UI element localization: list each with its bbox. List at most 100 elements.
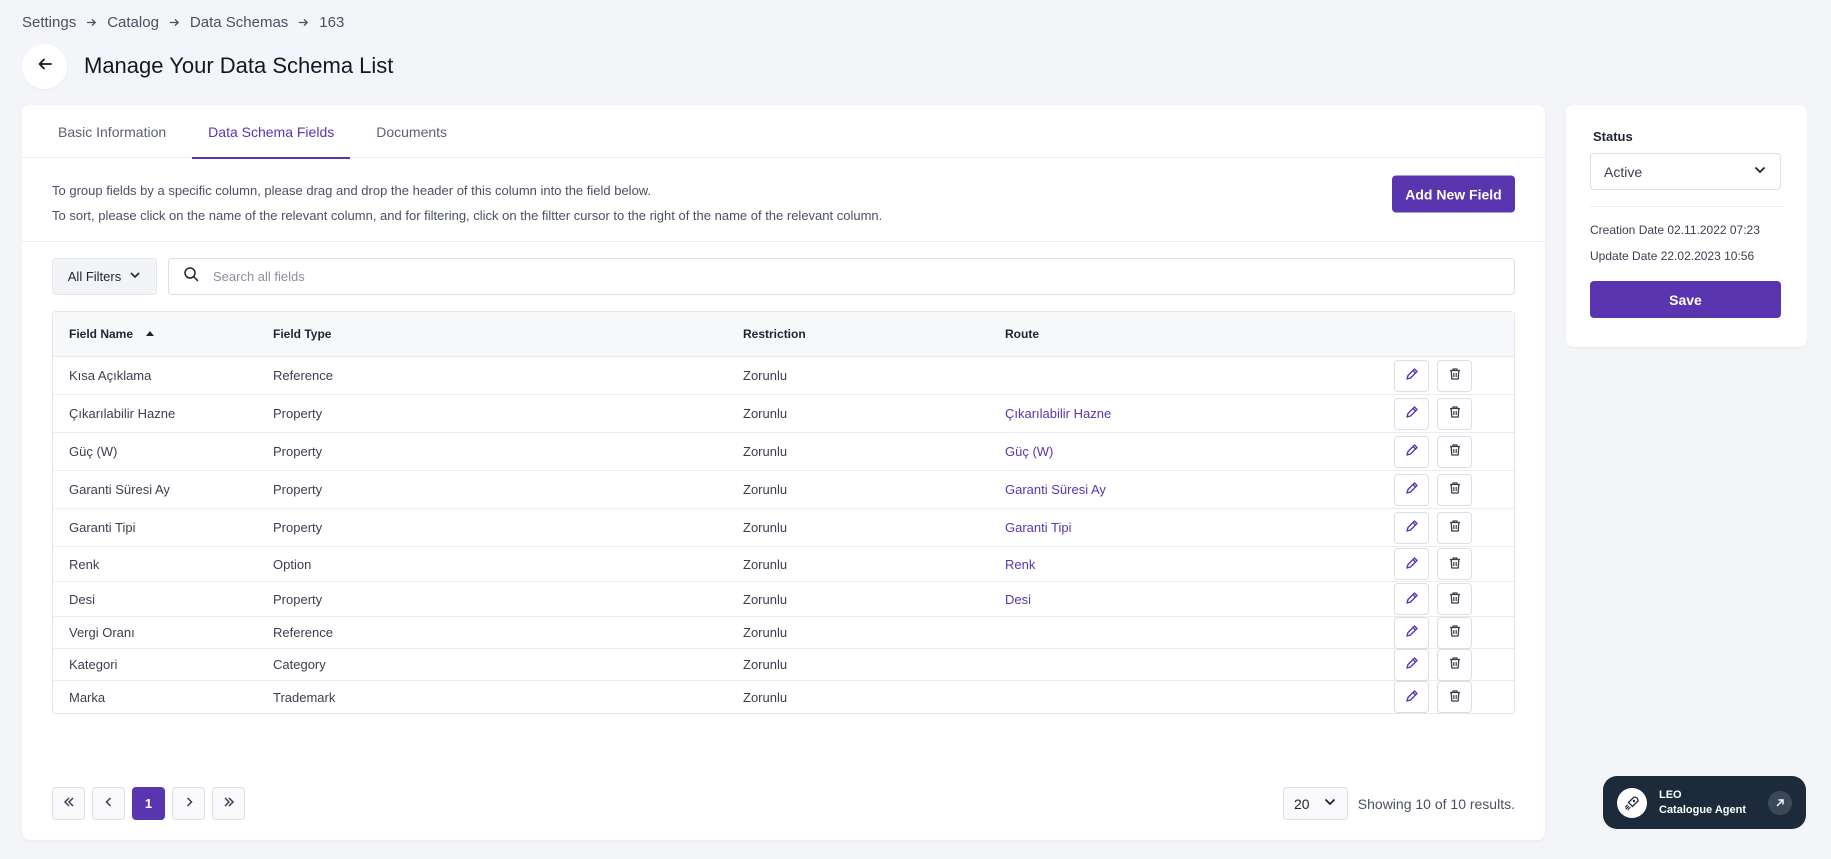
pencil-icon <box>1405 591 1419 608</box>
breadcrumb-settings[interactable]: Settings <box>22 14 76 31</box>
pencil-icon <box>1405 367 1419 384</box>
cell-route-link[interactable]: Desi <box>1005 592 1394 607</box>
chevrons-left-icon <box>63 796 75 811</box>
prev-page-button[interactable] <box>92 787 125 820</box>
add-new-field-button[interactable]: Add New Field <box>1392 175 1515 213</box>
save-button[interactable]: Save <box>1590 281 1781 318</box>
fields-table: Field Name Field Type Restriction Route … <box>52 311 1515 714</box>
agent-name: LEO <box>1659 788 1682 801</box>
status-label: Status <box>1593 129 1633 144</box>
delete-button[interactable] <box>1437 511 1472 544</box>
edit-button[interactable] <box>1394 435 1429 468</box>
tab-basic-information[interactable]: Basic Information <box>52 105 182 158</box>
cell-field-name: Marka <box>69 689 106 705</box>
external-link-icon[interactable] <box>1768 791 1792 815</box>
table-row: Renk Option Zorunlu Renk <box>53 547 1514 582</box>
delete-button[interactable] <box>1437 616 1472 649</box>
table-row: Marka Trademark Zorunlu <box>53 681 1514 713</box>
trash-icon <box>1448 405 1462 422</box>
trash-icon <box>1448 591 1462 608</box>
cell-field-name: Güç (W) <box>69 444 118 459</box>
edit-button[interactable] <box>1394 359 1429 392</box>
delete-button[interactable] <box>1437 681 1472 713</box>
cell-route-link[interactable]: Renk <box>1005 557 1394 572</box>
edit-button[interactable] <box>1394 583 1429 615</box>
chevron-left-icon <box>103 796 115 811</box>
delete-button[interactable] <box>1437 397 1472 430</box>
cell-actions <box>1394 616 1514 649</box>
trash-icon <box>1448 556 1462 573</box>
cell-route-link[interactable]: Garanti Tipi <box>1005 520 1394 535</box>
pencil-icon <box>1405 443 1419 460</box>
cell-route-link[interactable]: Çıkarılabilir Hazne <box>1005 406 1394 421</box>
header-field-type[interactable]: Field Type <box>273 327 743 341</box>
divider <box>1590 206 1783 207</box>
delete-button[interactable] <box>1437 583 1472 615</box>
cell-actions <box>1394 648 1514 681</box>
sort-asc-icon[interactable] <box>145 327 155 341</box>
cell-field-name: Garanti Tipi <box>69 520 136 535</box>
header-field-name[interactable]: Field Name <box>53 327 273 342</box>
search-input[interactable] <box>213 269 1514 284</box>
edit-button[interactable] <box>1394 616 1429 649</box>
delete-button[interactable] <box>1437 359 1472 392</box>
next-page-button[interactable] <box>172 787 205 820</box>
catalogue-agent-widget[interactable]: LEO Catalogue Agent <box>1603 776 1806 829</box>
cell-field-name: Kısa Açıklama <box>69 368 152 383</box>
edit-button[interactable] <box>1394 681 1429 713</box>
cell-field-type: Property <box>273 520 323 535</box>
instruction-sort: To sort, please click on the name of the… <box>52 208 883 223</box>
chevron-down-icon <box>1323 795 1337 812</box>
trash-icon <box>1448 519 1462 536</box>
results-count: Showing 10 of 10 results. <box>1357 795 1515 812</box>
cell-actions <box>1394 359 1514 392</box>
cell-restriction: Zorunlu <box>743 520 788 535</box>
trash-icon <box>1448 689 1462 706</box>
tab-documents[interactable]: Documents <box>360 105 463 158</box>
instructions: To group fields by a specific column, pl… <box>52 178 882 228</box>
chevron-down-icon <box>129 269 141 284</box>
delete-button[interactable] <box>1437 648 1472 681</box>
edit-button[interactable] <box>1394 648 1429 681</box>
cell-restriction: Zorunlu <box>743 591 788 607</box>
edit-button[interactable] <box>1394 511 1429 544</box>
title-row: Manage Your Data Schema List <box>22 43 393 89</box>
delete-button[interactable] <box>1437 548 1472 580</box>
breadcrumb-data-schemas[interactable]: Data Schemas <box>190 14 288 31</box>
edit-button[interactable] <box>1394 548 1429 580</box>
edit-button[interactable] <box>1394 473 1429 506</box>
status-panel: Status Active Creation Date 02.11.2022 0… <box>1566 105 1807 347</box>
agent-subtitle: Catalogue Agent <box>1659 803 1746 816</box>
breadcrumb-catalog[interactable]: Catalog <box>107 14 159 31</box>
cell-route-link[interactable]: Güç (W) <box>1005 444 1394 459</box>
search-icon <box>183 266 199 287</box>
back-button[interactable] <box>22 43 67 89</box>
delete-button[interactable] <box>1437 435 1472 468</box>
first-page-button[interactable] <box>52 787 85 820</box>
cell-restriction: Zorunlu <box>743 368 788 383</box>
page-size-select[interactable]: 20 <box>1283 787 1348 820</box>
table-row: Garanti Tipi Property Zorunlu Garanti Tipi <box>53 509 1514 547</box>
search-box <box>168 258 1515 295</box>
arrow-left-icon <box>37 56 53 77</box>
cell-actions <box>1394 583 1514 615</box>
delete-button[interactable] <box>1437 473 1472 506</box>
cell-restriction: Zorunlu <box>743 444 788 459</box>
pencil-icon <box>1405 556 1419 573</box>
pencil-icon <box>1405 656 1419 673</box>
status-select[interactable]: Active <box>1590 153 1781 190</box>
trash-icon <box>1448 656 1462 673</box>
cell-field-type: Category <box>273 657 326 672</box>
tab-data-schema-fields[interactable]: Data Schema Fields <box>192 105 351 159</box>
last-page-button[interactable] <box>212 787 245 820</box>
page-button-current[interactable]: 1 <box>132 787 165 820</box>
arrow-right-icon <box>298 17 309 28</box>
all-filters-button[interactable]: All Filters <box>52 258 157 295</box>
edit-button[interactable] <box>1394 397 1429 430</box>
pencil-icon <box>1405 405 1419 422</box>
header-route[interactable]: Route <box>1005 327 1394 341</box>
header-restriction[interactable]: Restriction <box>743 327 1005 341</box>
cell-route-link[interactable]: Garanti Süresi Ay <box>1005 482 1394 497</box>
filters-row: All Filters <box>52 258 1515 295</box>
pencil-icon <box>1405 624 1419 641</box>
